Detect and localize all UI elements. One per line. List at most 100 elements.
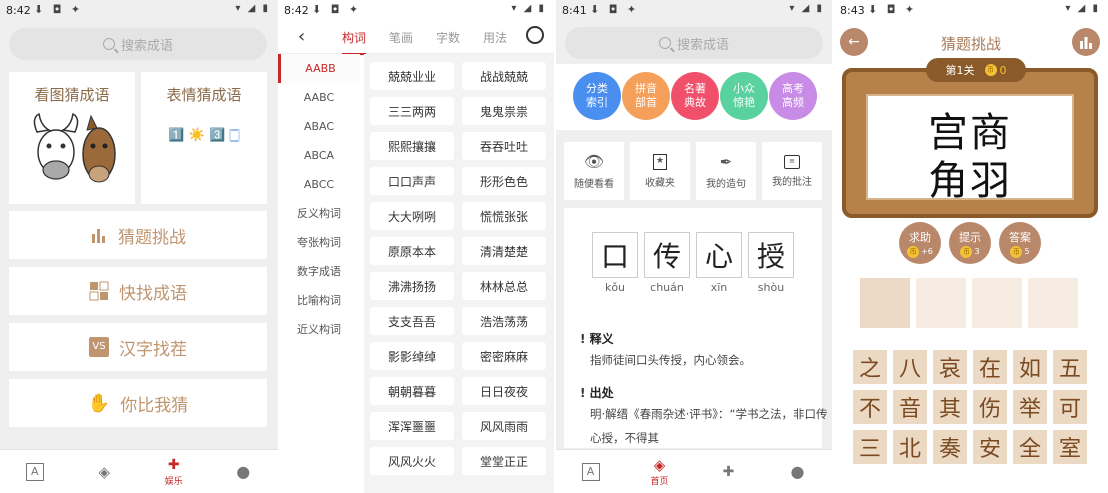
option-char[interactable]: 如 [1013,350,1047,384]
idiom-word-item[interactable]: 熙熙攘攘 [370,132,454,160]
card-emoji-guess[interactable]: 表情猜成语 1️⃣ ☀️ 3️⃣ 🀆 [141,72,267,204]
idiom-word-item[interactable]: 支支吾吾 [370,307,454,335]
tab-profile[interactable]: ● [763,450,832,493]
tab-strokes[interactable]: 笔画 [389,29,413,46]
idiom-word-item[interactable]: 林林总总 [462,272,546,300]
back-arrow-icon[interactable]: ‹ [298,26,305,47]
tab-formation[interactable]: 构词 [342,29,367,55]
tab-usage[interactable]: 用法 [483,29,507,46]
tab-home[interactable]: ◈ [70,450,140,493]
idiom-word-item[interactable]: 鬼鬼祟祟 [462,97,546,125]
tab-profile[interactable]: ● [209,450,279,493]
category-classics[interactable]: 名著 典故 [671,72,719,120]
idiom-word-item[interactable]: 清清楚楚 [462,237,546,265]
idiom-word-item[interactable]: 风风火火 [370,447,454,475]
option-char[interactable]: 全 [1013,430,1047,464]
tab-home[interactable]: ◈ 首页 [625,450,694,493]
option-char[interactable]: 五 [1053,350,1087,384]
idiom-word-item[interactable]: 风风雨雨 [462,412,546,440]
meaning-title: 释义 [589,332,614,346]
menu-char-diff[interactable]: VS 汉字找茬 [9,323,267,371]
option-char[interactable]: 举 [1013,390,1047,424]
idiom-word-item[interactable]: 兢兢业业 [370,62,454,90]
category-pinyin-radical[interactable]: 拼音 部首 [622,72,670,120]
idiom-word-item[interactable]: 原原本本 [370,237,454,265]
search-input[interactable]: 搜索成语 [9,28,267,60]
idiom-word-item[interactable]: 堂堂正正 [462,447,546,475]
category-niche[interactable]: 小众 惊艳 [720,72,768,120]
sidebar-item[interactable]: 近义构词 [278,315,360,344]
tab-dictionary[interactable]: A [0,450,70,493]
menu-quick-find[interactable]: 快找成语 [9,267,267,315]
tab-char-count[interactable]: 字数 [436,29,460,46]
tab-entertainment[interactable]: ✚ [694,450,763,493]
option-char[interactable]: 之 [853,350,887,384]
system-status-icons: ▾ ◢ ▮ [511,3,546,14]
action-my-notes[interactable]: ≡ 我的批注 [762,142,822,200]
idiom-word-item[interactable]: 三三两两 [370,97,454,125]
tab-label: 首页 [650,477,669,487]
card-picture-guess[interactable]: 看图猜成语 [9,72,135,204]
option-char[interactable]: 奏 [933,430,967,464]
sidebar-item[interactable]: AABC [278,83,360,112]
answer-slot[interactable] [916,278,966,328]
sidebar-item[interactable]: 比喻构词 [278,286,360,315]
action-favorites[interactable]: ★ 收藏夹 [630,142,690,200]
menu-label: 汉字找茬 [119,339,187,360]
menu-charades[interactable]: ✋ 你比我猜 [9,379,267,427]
sidebar-item[interactable]: 数字成语 [278,257,360,286]
sidebar-item[interactable]: ABAC [278,112,360,141]
stats-button[interactable] [1072,28,1100,56]
option-char[interactable]: 北 [893,430,927,464]
action-my-sentences[interactable]: ✒ 我的造句 [696,142,756,200]
menu-guess-challenge[interactable]: 猜题挑战 [9,211,267,259]
sidebar-item[interactable]: 夸张构词 [278,228,360,257]
idiom-word-item[interactable]: 密密麻麻 [462,342,546,370]
option-char[interactable]: 音 [893,390,927,424]
action-browse[interactable]: 👁 随便看看 [564,142,624,200]
idiom-word-item[interactable]: 慌慌张张 [462,202,546,230]
option-char[interactable]: 其 [933,390,967,424]
idiom-word-item[interactable]: 大大咧咧 [370,202,454,230]
search-input[interactable]: 搜索成语 [565,27,823,59]
answer-slot[interactable] [1028,278,1078,328]
sidebar-item[interactable]: 反义构词 [278,199,360,228]
idiom-word-item[interactable]: 吞吞吐吐 [462,132,546,160]
sidebar-item[interactable]: AABB [278,54,360,83]
option-char[interactable]: 不 [853,390,887,424]
ask-help-button[interactable]: 求助 币 +6 [899,222,941,264]
hint-button[interactable]: 提示 币3 [949,222,991,264]
option-char[interactable]: 安 [973,430,1007,464]
option-char[interactable]: 三 [853,430,887,464]
category-exam[interactable]: 高考 高频 [769,72,817,120]
idiom-word-item[interactable]: 影影绰绰 [370,342,454,370]
idiom-word-item[interactable]: 形形色色 [462,167,546,195]
sidebar-item[interactable]: ABCA [278,141,360,170]
option-char[interactable]: 八 [893,350,927,384]
answer-slot[interactable] [972,278,1022,328]
answer-slot[interactable] [860,278,910,328]
option-char[interactable]: 在 [973,350,1007,384]
sidebar-item[interactable]: ABCC [278,170,360,199]
idiom-word-item[interactable]: 浩浩荡荡 [462,307,546,335]
option-char[interactable]: 哀 [933,350,967,384]
option-char[interactable]: 伤 [973,390,1007,424]
tab-entertainment[interactable]: ✚ 娱乐 [139,450,209,493]
idiom-word-item[interactable]: 沸沸扬扬 [370,272,454,300]
tab-dictionary[interactable]: A [556,450,625,493]
bottom-tab-bar: A ◈ ✚ 娱乐 ● [0,449,278,493]
category-classified-index[interactable]: 分类 索引 [573,72,621,120]
idiom-word-item[interactable]: 战战兢兢 [462,62,546,90]
idiom-word-item[interactable]: 日日夜夜 [462,377,546,405]
meaning-text: 指师徒间口头传授，内心领会。 [590,353,751,367]
idiom-word-item[interactable]: 浑浑噩噩 [370,412,454,440]
answer-button[interactable]: 答案 币5 [999,222,1041,264]
status-time: 8:42 [6,4,31,17]
notification-icons: ⬇ ◘ ✦ [868,3,918,16]
option-char[interactable]: 可 [1053,390,1087,424]
option-char[interactable]: 室 [1053,430,1087,464]
idiom-word-item[interactable]: 口口声声 [370,167,454,195]
puzzle-board: 第1关 币0 宫商 角羽 [842,58,1098,218]
search-icon[interactable] [526,26,544,44]
idiom-word-item[interactable]: 朝朝暮暮 [370,377,454,405]
